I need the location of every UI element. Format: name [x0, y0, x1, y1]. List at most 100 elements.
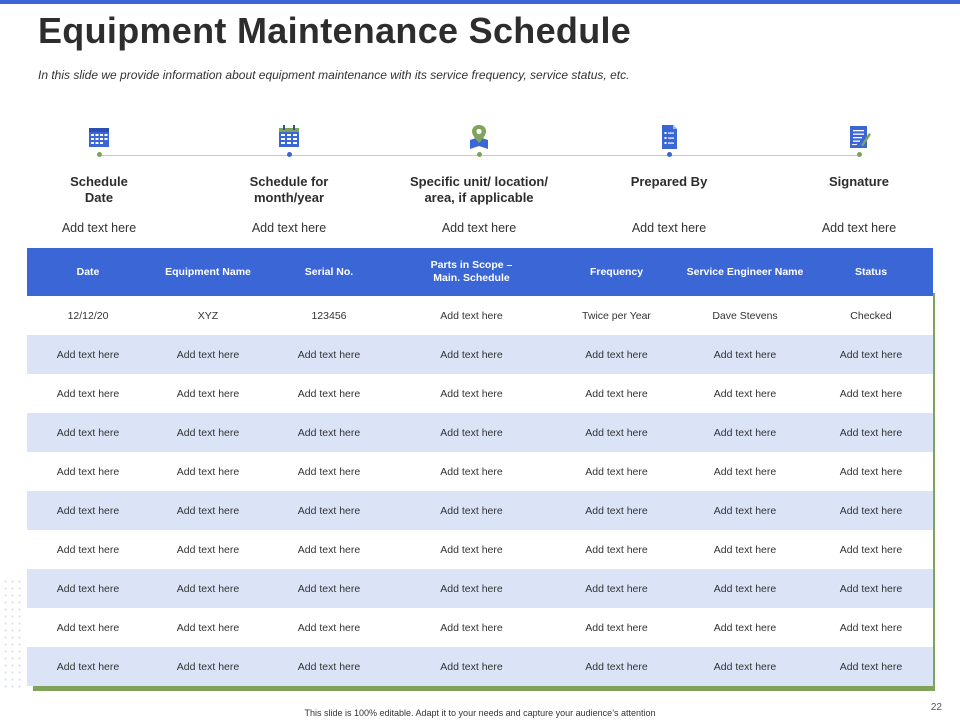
- table-row: 12/12/20 XYZ 123456 Add text here Twice per …: [27, 296, 933, 335]
- table-cell[interactable]: Add text here: [809, 335, 933, 374]
- table-cell[interactable]: Add text here: [27, 413, 149, 452]
- step-value[interactable]: Add text here: [4, 221, 194, 235]
- table-cell[interactable]: Checked: [809, 296, 933, 335]
- table-row: Add text here Add text here Add text here A…: [27, 491, 933, 530]
- step-value[interactable]: Add text here: [764, 221, 954, 235]
- table-cell[interactable]: Add text here: [681, 530, 809, 569]
- table-cell[interactable]: Add text here: [681, 569, 809, 608]
- table-cell[interactable]: Add text here: [27, 569, 149, 608]
- table-cell[interactable]: Add text here: [149, 335, 267, 374]
- table-cell[interactable]: Add text here: [27, 335, 149, 374]
- table-cell[interactable]: Add text here: [552, 647, 681, 686]
- table-cell[interactable]: Add text here: [267, 608, 391, 647]
- table-cell[interactable]: Add text here: [267, 530, 391, 569]
- table-cell[interactable]: 123456: [267, 296, 391, 335]
- table-cell[interactable]: Add text here: [681, 452, 809, 491]
- table-cell[interactable]: 12/12/20: [27, 296, 149, 335]
- table-cell[interactable]: Add text here: [267, 452, 391, 491]
- table-cell[interactable]: Add text here: [809, 647, 933, 686]
- table-cell[interactable]: Add text here: [149, 569, 267, 608]
- table-cell[interactable]: Add text here: [552, 374, 681, 413]
- table-cell[interactable]: Add text here: [149, 608, 267, 647]
- table-cell[interactable]: Add text here: [681, 647, 809, 686]
- table-cell[interactable]: Add text here: [552, 452, 681, 491]
- table-cell[interactable]: Add text here: [149, 413, 267, 452]
- header-frequency[interactable]: Frequency: [552, 248, 681, 296]
- table-cell[interactable]: Add text here: [27, 491, 149, 530]
- step-value[interactable]: Add text here: [384, 221, 574, 235]
- table-cell[interactable]: Add text here: [267, 569, 391, 608]
- step-value[interactable]: Add text here: [574, 221, 764, 235]
- table-cell[interactable]: Add text here: [391, 608, 552, 647]
- timeline-step-prepared-by: Prepared By Add text here: [574, 118, 764, 235]
- table-cell[interactable]: Add text here: [809, 413, 933, 452]
- header-parts-in-scope[interactable]: Parts in Scope – Main. Schedule: [391, 248, 552, 296]
- table-cell[interactable]: Add text here: [27, 647, 149, 686]
- table-cell[interactable]: Add text here: [391, 452, 552, 491]
- table-cell[interactable]: Add text here: [149, 491, 267, 530]
- table-cell[interactable]: Add text here: [552, 491, 681, 530]
- table-cell[interactable]: Add text here: [681, 413, 809, 452]
- table-cell[interactable]: Add text here: [391, 569, 552, 608]
- table-cell[interactable]: Add text here: [391, 374, 552, 413]
- header-date[interactable]: Date: [27, 248, 149, 296]
- step-label: Specific unit/ location/area, if applica…: [410, 174, 548, 205]
- table-cell[interactable]: Add text here: [27, 452, 149, 491]
- table-cell[interactable]: Add text here: [27, 608, 149, 647]
- maintenance-table-container: Date Equipment Name Serial No. Parts in …: [27, 248, 935, 691]
- table-cell[interactable]: Add text here: [552, 530, 681, 569]
- table-cell[interactable]: Add text here: [809, 374, 933, 413]
- step-label: Signature: [829, 174, 889, 189]
- table-cell[interactable]: Add text here: [267, 335, 391, 374]
- table-cell[interactable]: Add text here: [809, 452, 933, 491]
- table-cell[interactable]: Add text here: [681, 335, 809, 374]
- table-cell[interactable]: Add text here: [391, 491, 552, 530]
- table-cell[interactable]: Add text here: [149, 374, 267, 413]
- table-cell[interactable]: Add text here: [809, 530, 933, 569]
- table-cell[interactable]: XYZ: [149, 296, 267, 335]
- table-cell[interactable]: Add text here: [681, 491, 809, 530]
- table-cell[interactable]: Dave Stevens: [681, 296, 809, 335]
- table-cell[interactable]: Add text here: [681, 374, 809, 413]
- table-cell[interactable]: Add text here: [391, 413, 552, 452]
- table-cell[interactable]: Add text here: [391, 647, 552, 686]
- footer-note: This slide is 100% editable. Adapt it to…: [304, 708, 656, 718]
- table-cell[interactable]: Add text here: [809, 608, 933, 647]
- table-cell[interactable]: Add text here: [809, 569, 933, 608]
- header-status[interactable]: Status: [809, 248, 933, 296]
- header-serial-no[interactable]: Serial No.: [267, 248, 391, 296]
- table-cell[interactable]: Add text here: [391, 530, 552, 569]
- table-cell[interactable]: Add text here: [552, 413, 681, 452]
- table-cell[interactable]: Add text here: [267, 647, 391, 686]
- timeline-dot: [666, 152, 672, 157]
- table-cell[interactable]: Add text here: [552, 335, 681, 374]
- table-cell[interactable]: Add text here: [27, 530, 149, 569]
- timeline-step-signature: Signature Add text here: [764, 118, 954, 235]
- timeline: Schedule Date Add text here Schedule for m…: [0, 118, 960, 238]
- table-row: Add text here Add text here Add text here A…: [27, 569, 933, 608]
- table-cell[interactable]: Add text here: [267, 491, 391, 530]
- table-row: Add text here Add text here Add text here A…: [27, 374, 933, 413]
- table-cell[interactable]: Add text here: [149, 452, 267, 491]
- table-cell[interactable]: Add text here: [267, 413, 391, 452]
- signature-document-icon: [850, 126, 871, 148]
- table-cell[interactable]: Add text here: [149, 647, 267, 686]
- maintenance-table: Date Equipment Name Serial No. Parts in …: [27, 248, 933, 686]
- table-row: Add text here Add text here Add text here A…: [27, 452, 933, 491]
- table-row: Add text here Add text here Add text here A…: [27, 413, 933, 452]
- table-cell[interactable]: Add text here: [267, 374, 391, 413]
- header-equipment-name[interactable]: Equipment Name: [149, 248, 267, 296]
- table-cell[interactable]: Add text here: [27, 374, 149, 413]
- table-cell[interactable]: Add text here: [552, 569, 681, 608]
- table-cell[interactable]: Add text here: [391, 335, 552, 374]
- table-cell[interactable]: Add text here: [681, 608, 809, 647]
- table-cell[interactable]: Twice per Year: [552, 296, 681, 335]
- step-value[interactable]: Add text here: [194, 221, 384, 235]
- table-header-row: Date Equipment Name Serial No. Parts in …: [27, 248, 933, 296]
- table-cell[interactable]: Add text here: [809, 491, 933, 530]
- table-cell[interactable]: Add text here: [391, 296, 552, 335]
- header-service-engineer[interactable]: Service Engineer Name: [681, 248, 809, 296]
- table-cell[interactable]: Add text here: [149, 530, 267, 569]
- step-label: Prepared By: [630, 174, 708, 189]
- table-cell[interactable]: Add text here: [552, 608, 681, 647]
